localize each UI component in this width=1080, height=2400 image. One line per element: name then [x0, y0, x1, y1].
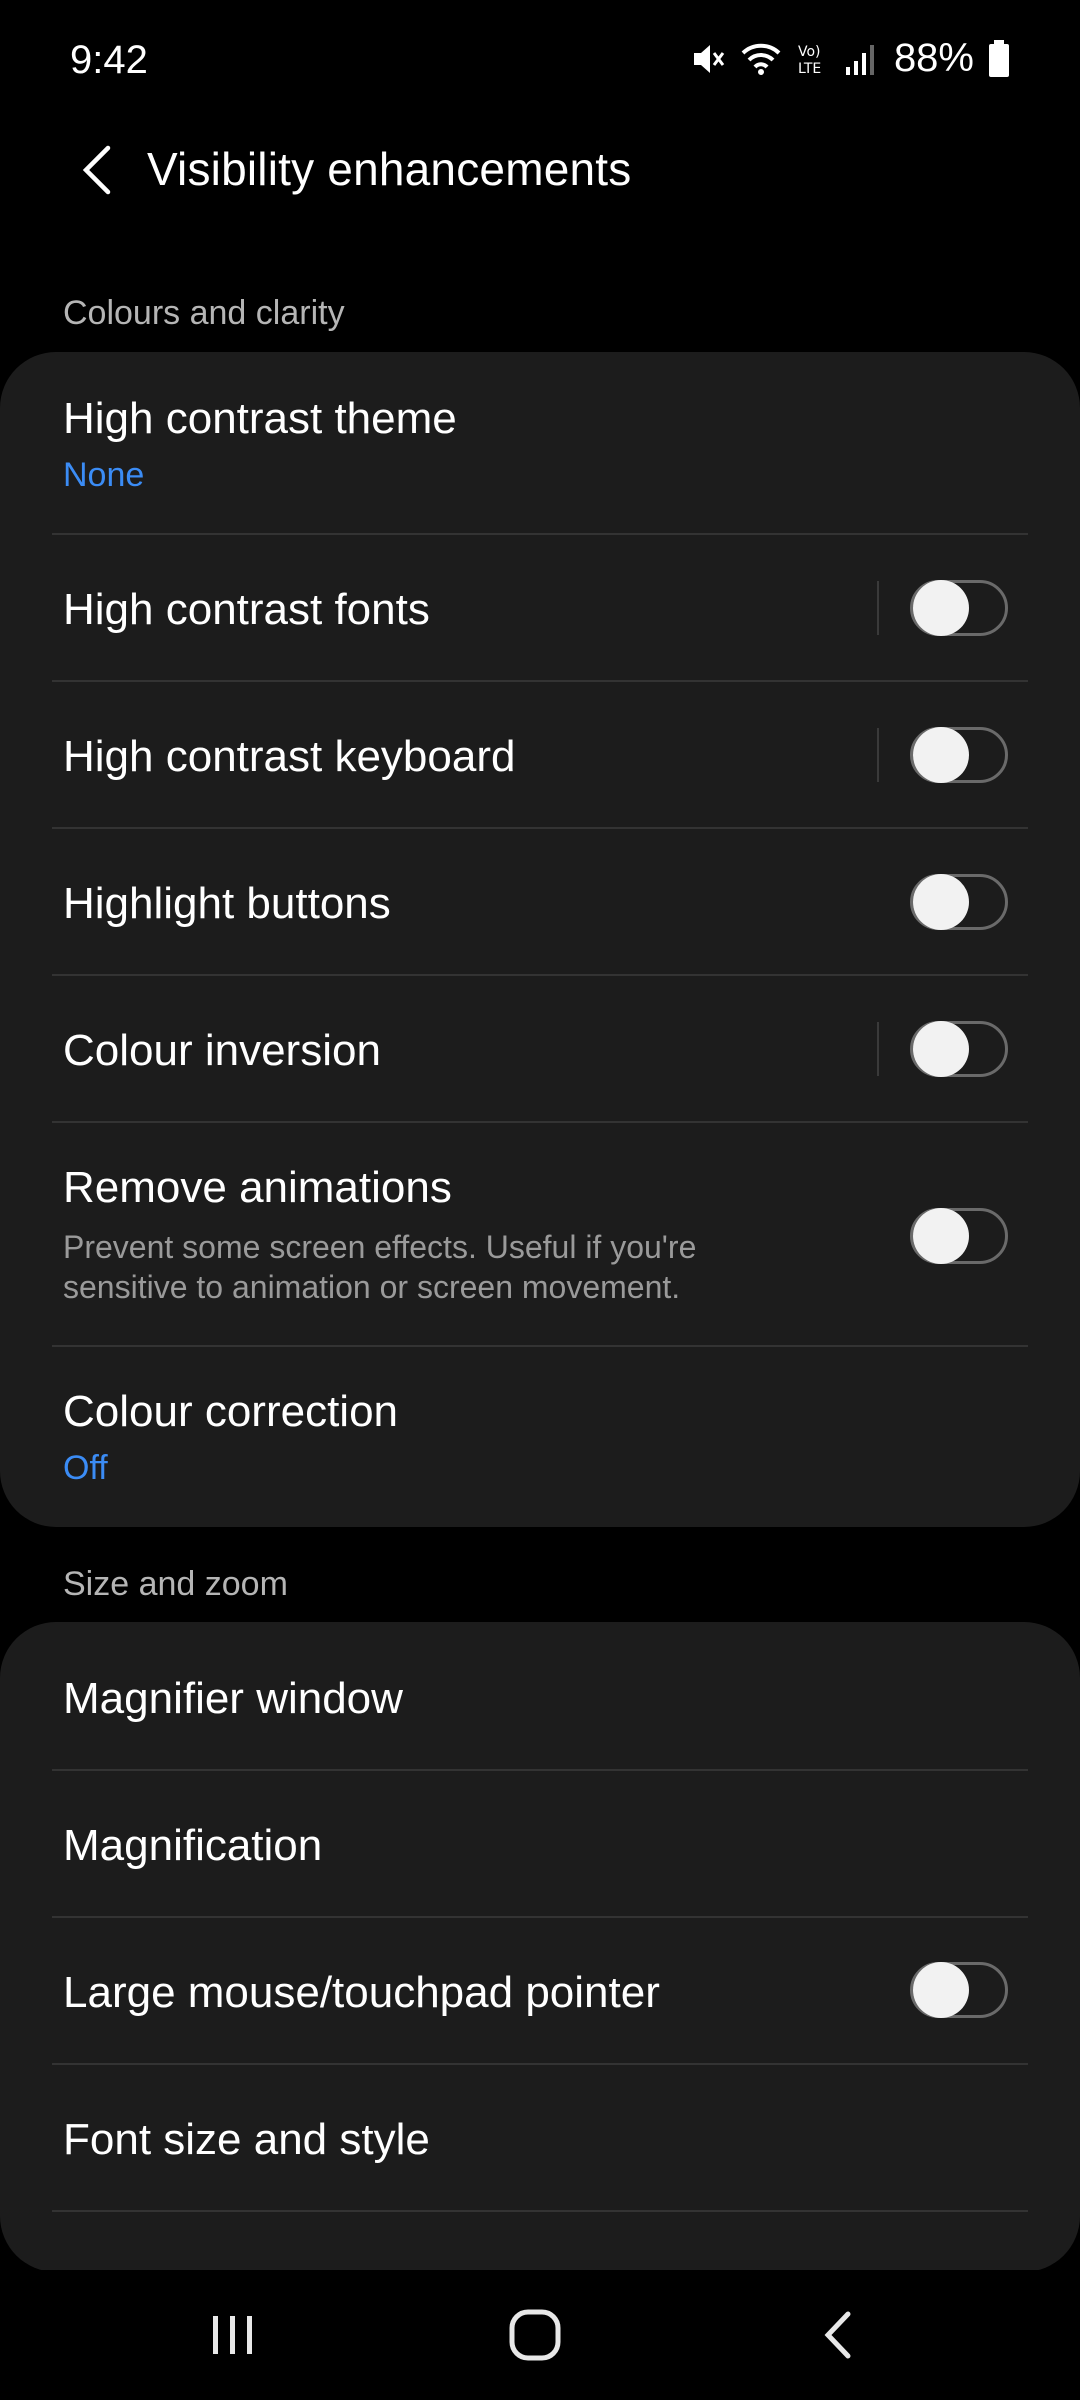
app-header: Visibility enhancements [0, 120, 1080, 220]
large-pointer-toggle[interactable] [910, 1962, 1008, 2018]
row-title: Highlight buttons [63, 879, 391, 928]
row-magnification[interactable]: Magnification [0, 1771, 1080, 1918]
row-title: Colour inversion [63, 1026, 381, 1075]
row-high-contrast-fonts[interactable]: High contrast fonts [0, 535, 1080, 682]
back-arrow-icon [82, 145, 111, 195]
row-title: High contrast theme [63, 394, 457, 443]
high-contrast-fonts-toggle[interactable] [910, 580, 1008, 636]
row-high-contrast-theme[interactable]: High contrast theme None [0, 352, 1080, 535]
toggle-knob [913, 727, 969, 783]
toggle-knob [913, 1208, 969, 1264]
row-title: Font size and style [63, 2115, 430, 2164]
toggle-knob [913, 1962, 969, 2018]
back-icon [824, 2311, 851, 2359]
row-title: Magnification [63, 1821, 323, 1870]
highlight-buttons-toggle[interactable] [910, 874, 1008, 930]
status-icons: Vo) LTE 88% [690, 36, 1010, 81]
row-high-contrast-keyboard[interactable]: High contrast keyboard [0, 682, 1080, 829]
high-contrast-keyboard-toggle[interactable] [910, 727, 1008, 783]
row-title: Colour correction [63, 1387, 399, 1436]
signal-icon [844, 41, 876, 77]
svg-text:LTE: LTE [798, 61, 821, 77]
row-title: High contrast fonts [63, 585, 430, 634]
status-bar: 9:42 Vo) LTE 88% [0, 0, 1080, 120]
toggle-knob [913, 580, 969, 636]
row-highlight-buttons[interactable]: Highlight buttons [0, 829, 1080, 976]
row-description: Prevent some screen effects. Useful if y… [63, 1229, 697, 1305]
row-colour-inversion[interactable]: Colour inversion [0, 976, 1080, 1123]
section-label-colours: Colours and clarity [63, 294, 345, 332]
row-remove-animations[interactable]: Remove animations Prevent some screen ef… [0, 1123, 1080, 1347]
row-title: Large mouse/touchpad pointer [63, 1968, 660, 2017]
status-time: 9:42 [70, 38, 148, 82]
svg-text:Vo): Vo) [798, 44, 821, 60]
colour-inversion-toggle[interactable] [910, 1021, 1008, 1077]
recents-icon [213, 2316, 252, 2354]
mute-icon [690, 39, 726, 79]
row-magnifier-window[interactable]: Magnifier window [0, 1622, 1080, 1771]
vertical-divider [877, 581, 879, 635]
wifi-icon [740, 41, 782, 77]
remove-animations-toggle[interactable] [910, 1208, 1008, 1264]
row-colour-correction[interactable]: Colour correction Off [0, 1347, 1080, 1527]
card-colours-and-clarity: High contrast theme None High contrast f… [0, 352, 1080, 1527]
toggle-knob [913, 1021, 969, 1077]
volte-icon: Vo) LTE [796, 41, 830, 77]
toggle-knob [913, 874, 969, 930]
recents-button[interactable] [143, 2270, 323, 2400]
row-title: Remove animations [63, 1163, 452, 1212]
card-size-and-zoom: Magnifier window Magnification Large mou… [0, 1622, 1080, 2272]
nav-back-button[interactable] [748, 2270, 928, 2400]
row-title: High contrast keyboard [63, 732, 516, 781]
row-title: Magnifier window [63, 1674, 403, 1723]
battery-icon [988, 39, 1010, 78]
section-label-size: Size and zoom [63, 1565, 288, 1603]
row-subtitle: Off [63, 1449, 108, 1487]
home-icon [509, 2309, 561, 2361]
back-button[interactable] [60, 134, 132, 206]
navigation-bar [0, 2270, 1080, 2400]
row-subtitle: None [63, 456, 145, 494]
row-large-pointer[interactable]: Large mouse/touchpad pointer [0, 1918, 1080, 2065]
home-button[interactable] [445, 2270, 625, 2400]
vertical-divider [877, 728, 879, 782]
vertical-divider [877, 1022, 879, 1076]
row-font-size-style[interactable]: Font size and style [0, 2065, 1080, 2212]
page-title: Visibility enhancements [147, 143, 632, 195]
divider [52, 2210, 1028, 2212]
battery-percent: 88% [893, 36, 974, 80]
